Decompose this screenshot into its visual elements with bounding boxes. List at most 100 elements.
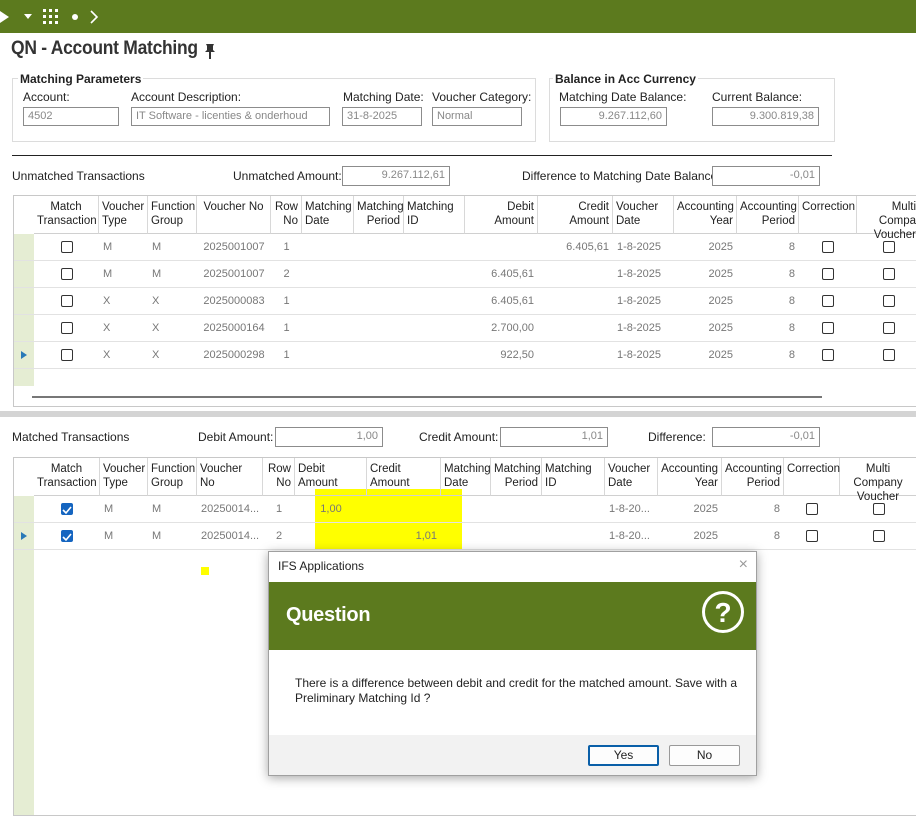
column-header[interactable]: Accounting Year bbox=[658, 458, 722, 496]
column-header[interactable]: Function Group bbox=[148, 458, 197, 496]
column-header[interactable]: Voucher Date bbox=[613, 196, 674, 234]
difference-label: Difference: bbox=[648, 430, 706, 444]
matching-date-field[interactable]: 31-8-2025 bbox=[342, 107, 422, 126]
column-header[interactable]: Matching ID bbox=[404, 196, 465, 234]
column-header[interactable]: Matching ID bbox=[542, 458, 605, 496]
correction-checkbox[interactable] bbox=[822, 241, 834, 253]
function-group-cell: M bbox=[152, 268, 162, 280]
multi-company-voucher-checkbox[interactable] bbox=[882, 268, 895, 280]
close-icon[interactable]: × bbox=[739, 556, 748, 574]
chevron-right-icon[interactable] bbox=[89, 0, 99, 33]
pin-icon[interactable] bbox=[202, 42, 218, 60]
column-header[interactable]: Multi Company Voucher bbox=[840, 458, 916, 503]
unmatched-transactions-grid: Match Transaction Voucher Type Function Gr… bbox=[13, 195, 916, 407]
column-header[interactable]: Matching Date bbox=[302, 196, 354, 234]
difference-to-matching-date-balance-field[interactable]: -0,01 bbox=[712, 166, 820, 186]
column-header[interactable]: Row No bbox=[271, 196, 302, 234]
function-group-cell: X bbox=[152, 295, 160, 307]
unmatched-amount-field[interactable]: 9.267.112,61 bbox=[342, 166, 450, 186]
correction-checkbox[interactable] bbox=[822, 349, 834, 361]
match-transaction-checkbox[interactable] bbox=[60, 241, 73, 253]
column-header[interactable]: Matching Period bbox=[491, 458, 542, 496]
accounting-period-cell: 8 bbox=[788, 295, 795, 307]
voucher-type-cell: M bbox=[104, 503, 114, 515]
table-row[interactable]: M M 2025001007 2 6.405,61 1-8-2025 2025 8 bbox=[14, 261, 916, 288]
match-transaction-checkbox[interactable] bbox=[61, 503, 73, 515]
account-field[interactable]: 4502 bbox=[23, 107, 119, 126]
row-no-cell: 1 bbox=[275, 503, 283, 515]
matching-date-balance-field[interactable]: 9.267.112,60 bbox=[560, 107, 667, 126]
row-pointer-icon bbox=[21, 532, 27, 540]
column-header[interactable]: Accounting Period bbox=[722, 458, 784, 496]
table-row[interactable]: X X 2025000164 1 2.700,00 1-8-2025 2025 8 bbox=[14, 315, 916, 342]
matching-date-label: Matching Date: bbox=[343, 90, 424, 104]
column-header[interactable]: Matching Date bbox=[441, 458, 491, 496]
correction-checkbox[interactable] bbox=[822, 295, 834, 307]
column-header[interactable]: Accounting Period bbox=[737, 196, 799, 234]
column-header[interactable]: Credit Amount bbox=[538, 196, 613, 234]
multi-company-voucher-checkbox[interactable] bbox=[872, 503, 885, 515]
yes-button[interactable]: Yes bbox=[588, 745, 659, 766]
matched-transactions-title: Matched Transactions bbox=[12, 430, 130, 444]
column-header[interactable]: Correction bbox=[799, 196, 857, 234]
dropdown-icon[interactable] bbox=[23, 0, 33, 33]
correction-checkbox[interactable] bbox=[822, 322, 834, 334]
account-description-field[interactable]: IT Software - licenties & onderhoud bbox=[131, 107, 330, 126]
multi-company-voucher-checkbox[interactable] bbox=[872, 530, 885, 542]
difference-field[interactable]: -0,01 bbox=[712, 427, 820, 447]
correction-checkbox[interactable] bbox=[806, 530, 818, 542]
debit-amount-cell: 6.405,61 bbox=[491, 268, 534, 280]
column-header[interactable]: Function Group bbox=[148, 196, 197, 234]
no-button[interactable]: No bbox=[669, 745, 740, 766]
column-header[interactable]: Voucher Date bbox=[605, 458, 658, 496]
column-header[interactable]: Debit Amount bbox=[465, 196, 538, 234]
column-header[interactable]: Match Transaction bbox=[34, 458, 100, 496]
page-title: QN - Account Matching bbox=[11, 38, 198, 59]
grid-menu-icon[interactable] bbox=[43, 0, 59, 33]
column-header[interactable]: Accounting Year bbox=[674, 196, 737, 234]
row-no-cell: 1 bbox=[283, 241, 290, 253]
accounting-period-cell: 8 bbox=[773, 503, 780, 515]
play-icon[interactable] bbox=[0, 0, 10, 33]
splitter[interactable] bbox=[0, 411, 916, 417]
current-balance-field[interactable]: 9.300.819,38 bbox=[712, 107, 819, 126]
column-header[interactable]: Row No bbox=[263, 458, 295, 496]
table-row[interactable]: X X 2025000083 1 6.405,61 1-8-2025 2025 8 bbox=[14, 288, 916, 315]
table-row[interactable]: M M 2025001007 1 6.405,61 1-8-2025 2025 8 bbox=[14, 234, 916, 261]
match-transaction-checkbox[interactable] bbox=[60, 349, 73, 361]
table-row[interactable]: M M 20250014... 2 1,01 1-8-20... 2025 8 bbox=[14, 523, 916, 550]
debit-amount-cell: 6.405,61 bbox=[491, 295, 534, 307]
check-icon bbox=[62, 533, 72, 542]
row-no-cell: 1 bbox=[283, 349, 290, 361]
column-header[interactable]: Voucher Type bbox=[100, 458, 148, 496]
match-transaction-checkbox[interactable] bbox=[60, 268, 73, 280]
multi-company-voucher-checkbox[interactable] bbox=[882, 241, 895, 253]
column-header[interactable]: Debit Amount bbox=[295, 458, 367, 496]
dialog-footer: Yes No bbox=[269, 735, 756, 775]
voucher-category-field[interactable]: Normal bbox=[432, 107, 522, 126]
column-header[interactable]: Multi Compa Voucher bbox=[857, 196, 916, 241]
column-header[interactable]: Correction bbox=[784, 458, 840, 496]
match-transaction-checkbox[interactable] bbox=[60, 295, 73, 307]
debit-amount-field[interactable]: 1,00 bbox=[275, 427, 383, 447]
correction-checkbox[interactable] bbox=[822, 268, 834, 280]
voucher-no-cell: 20250014... bbox=[201, 503, 260, 515]
column-header[interactable]: Match Transaction bbox=[34, 196, 99, 234]
column-header[interactable]: Voucher No bbox=[197, 458, 263, 496]
table-row[interactable]: M M 20250014... 1 1,00 1-8-20... 2025 8 bbox=[14, 496, 916, 523]
match-transaction-checkbox[interactable] bbox=[60, 322, 73, 334]
column-header[interactable]: Voucher No bbox=[197, 196, 271, 234]
dot-icon[interactable] bbox=[71, 0, 79, 33]
match-transaction-checkbox[interactable] bbox=[61, 530, 73, 542]
horizontal-scrollbar[interactable] bbox=[32, 396, 822, 398]
column-header[interactable]: Matching Period bbox=[354, 196, 404, 234]
credit-amount-field[interactable]: 1,01 bbox=[500, 427, 608, 447]
voucher-date-cell: 1-8-2025 bbox=[617, 268, 662, 280]
table-row[interactable]: X X 2025000298 1 922,50 1-8-2025 2025 8 bbox=[14, 342, 916, 369]
multi-company-voucher-checkbox[interactable] bbox=[882, 295, 895, 307]
column-header[interactable]: Credit Amount bbox=[367, 458, 441, 496]
correction-checkbox[interactable] bbox=[806, 503, 818, 515]
multi-company-voucher-checkbox[interactable] bbox=[882, 322, 895, 334]
column-header[interactable]: Voucher Type bbox=[99, 196, 148, 234]
multi-company-voucher-checkbox[interactable] bbox=[882, 349, 895, 361]
